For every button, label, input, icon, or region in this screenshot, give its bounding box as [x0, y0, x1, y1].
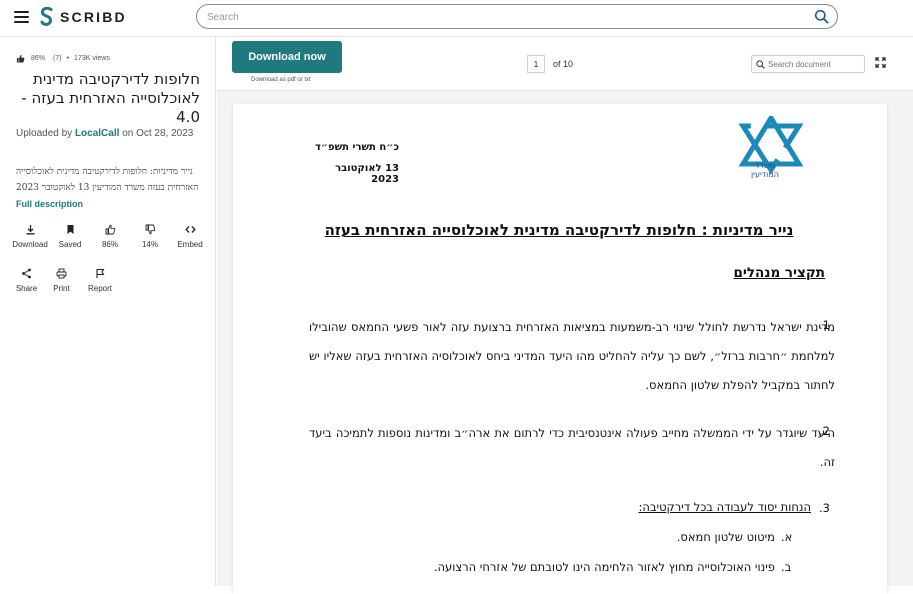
download-action-button[interactable]: Download [10, 224, 50, 249]
hebrew-date: כ״ח תשרי תשפ״ד [315, 142, 399, 153]
thumbs-up-icon [105, 224, 115, 235]
document-description: נייר מדיניות: חלופות לדירקטיבה מדינית לא… [16, 164, 206, 213]
gregorian-date: 13 לאוקטובר 2023 [335, 163, 399, 185]
view-count: 173K views [74, 55, 110, 62]
thumbs-up-icon [16, 54, 25, 63]
uploader-info: Uploaded by LocalCall on Oct 28, 2023 [16, 128, 193, 139]
search-icon[interactable] [814, 9, 829, 24]
document-search-input[interactable] [768, 59, 860, 70]
print-action-button[interactable]: Print [43, 268, 80, 293]
paragraph-1: מדינת ישראל נדרשת לחולל שינוי רב-משמעות … [309, 320, 835, 392]
paragraph-number: .3 [819, 501, 830, 515]
bookmark-icon [67, 225, 73, 234]
scribd-logo-icon [40, 7, 53, 26]
document-heading: נייר מדיניות : חלופות לדירקטיבה מדינית ל… [324, 221, 794, 239]
upvote-action-button[interactable]: 86% [90, 224, 130, 249]
embed-icon [184, 226, 196, 233]
document-stats: 86% (7) • 173K views [16, 54, 110, 63]
uploaded-prefix: Uploaded by [16, 128, 73, 139]
document-viewer: Download now Download as pdf or txt 1 of… [217, 37, 913, 594]
search-bar[interactable] [196, 4, 838, 29]
page-number-input[interactable]: 1 [527, 55, 545, 73]
download-format-note: Download as pdf or txt [251, 77, 311, 83]
document-title: חלופות לדירקטיבה מדינית לאוכלוסייה האזרח… [21, 70, 200, 126]
downvote-percent-label: 14% [141, 240, 158, 249]
executive-summary-heading: תקציר מנהלים [733, 265, 825, 281]
top-bar: SCRIBD [0, 0, 913, 37]
emblem-caption: משרד המודיעין [751, 161, 779, 179]
total-pages: 10 [563, 59, 574, 69]
document-sidebar: 86% (7) • 173K views חלופות לדירקטיבה מד… [0, 37, 216, 586]
sub-item-a: מיטוט שלטון חמאס. [676, 530, 775, 544]
embed-action-button[interactable]: Embed [170, 224, 210, 249]
search-icon [756, 60, 765, 69]
secondary-action-row: Share Print Report [10, 268, 120, 293]
fullscreen-icon[interactable] [875, 57, 886, 68]
report-action-button[interactable]: Report [80, 268, 120, 293]
menu-icon[interactable] [14, 11, 29, 23]
rating-count: (7) [53, 55, 62, 62]
document-title-container: חלופות לדירקטיבה מדינית לאוכלוסייה האזרח… [10, 70, 200, 127]
print-action-label: Print [53, 284, 70, 293]
uploader-link[interactable]: LocalCall [75, 128, 119, 139]
save-action-label: Saved [58, 240, 82, 249]
document-search[interactable] [751, 55, 865, 73]
separator-dot: • [66, 55, 70, 62]
share-action-label: Share [15, 284, 38, 293]
sub-item-letter: ב. [781, 560, 792, 574]
search-input[interactable] [207, 10, 797, 24]
page-of-label: of [553, 59, 561, 69]
page-total: of 10 [553, 59, 573, 69]
full-description-link[interactable]: Full description [16, 199, 83, 209]
downvote-action-button[interactable]: 14% [130, 224, 170, 249]
document-page: משרד המודיעין כ״ח תשרי תשפ״ד 13 לאוקטובר… [233, 104, 887, 594]
print-icon [56, 268, 67, 279]
share-action-button[interactable]: Share [10, 268, 43, 293]
embed-action-label: Embed [177, 240, 203, 249]
upvote-percent-label: 86% [101, 240, 118, 249]
share-icon [22, 268, 31, 279]
download-action-label: Download [12, 240, 48, 249]
download-icon [26, 225, 34, 235]
scribd-logo[interactable]: SCRIBD [40, 7, 127, 27]
rating-percent: 86% [31, 55, 46, 62]
flag-icon [95, 268, 104, 278]
sub-item-b: פינוי האוכלוסייה מחוץ לאזור הלחימה הינו … [433, 560, 775, 574]
thumbs-down-icon [145, 224, 155, 235]
brand-name: SCRIBD [60, 9, 127, 25]
sub-item-letter: א. [781, 530, 793, 544]
upload-date: on Oct 28, 2023 [122, 128, 194, 139]
description-text: נייר מדיניות: חלופות לדירקטיבה מדינית לא… [16, 167, 199, 193]
download-now-button[interactable]: Download now [232, 41, 342, 73]
action-row: Download Saved 86% 14% Embed [10, 224, 210, 249]
viewer-toolbar: Download now Download as pdf or txt 1 of… [217, 37, 913, 91]
paragraph-2: היעד שיוגדר על ידי הממשלה מחייב פעולה אי… [309, 426, 835, 469]
section-3-heading: הנחות יסוד לעבודה בכל דירקטיבה: [638, 500, 811, 514]
report-action-label: Report [87, 284, 112, 293]
save-action-button[interactable]: Saved [50, 224, 90, 249]
